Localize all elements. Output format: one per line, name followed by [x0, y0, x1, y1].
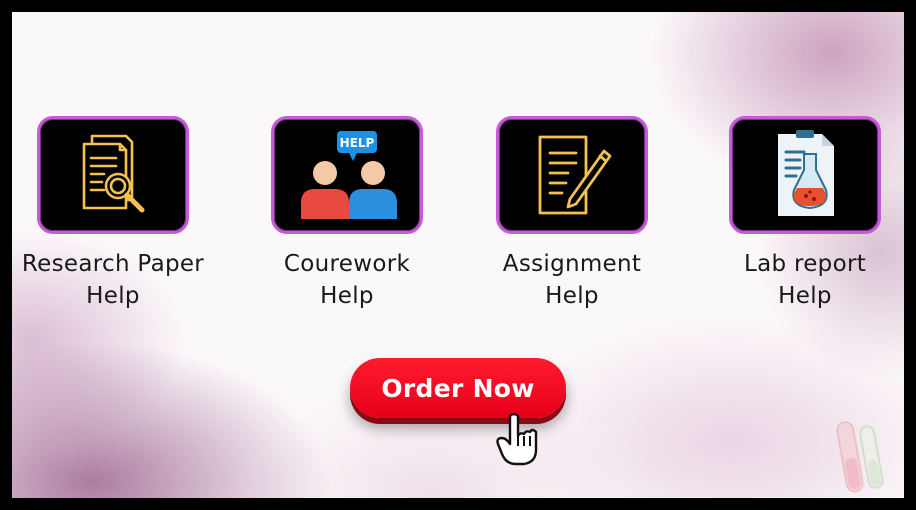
help-badge-text: HELP [340, 136, 375, 150]
pointer-hand-icon [496, 412, 538, 466]
test-tubes-icon [836, 421, 884, 493]
service-tile[interactable]: HELP [271, 116, 423, 234]
service-lab-report[interactable]: Lab report Help [690, 116, 904, 312]
service-tile[interactable] [496, 116, 648, 234]
service-label: Research Paper Help [12, 248, 228, 312]
lab-report-flask-icon [778, 130, 834, 216]
service-title: Courework [283, 251, 411, 277]
service-label: Courework Help [232, 248, 462, 312]
research-document-magnifier-icon [82, 134, 145, 213]
service-assignment[interactable]: Assignment Help [457, 116, 687, 312]
service-subtitle: Help [86, 283, 140, 309]
promo-banner: Research Paper Help HELP Courework Help [12, 12, 904, 498]
service-research-paper[interactable]: Research Paper Help [12, 116, 228, 312]
service-title: Research Paper [21, 251, 205, 277]
service-coursework[interactable]: HELP Courework Help [232, 116, 462, 312]
service-tile[interactable] [729, 116, 881, 234]
service-title: Lab report [743, 251, 867, 277]
service-label: Assignment Help [457, 248, 687, 312]
service-tile[interactable] [37, 116, 189, 234]
order-now-button[interactable]: Order Now [350, 358, 566, 418]
service-label: Lab report Help [690, 248, 904, 312]
service-subtitle: Help [778, 283, 832, 309]
help-chat-people-icon: HELP [301, 131, 397, 219]
service-subtitle: Help [320, 283, 374, 309]
assignment-pencil-icon [538, 135, 612, 215]
service-subtitle: Help [545, 283, 599, 309]
service-title: Assignment [502, 251, 642, 277]
